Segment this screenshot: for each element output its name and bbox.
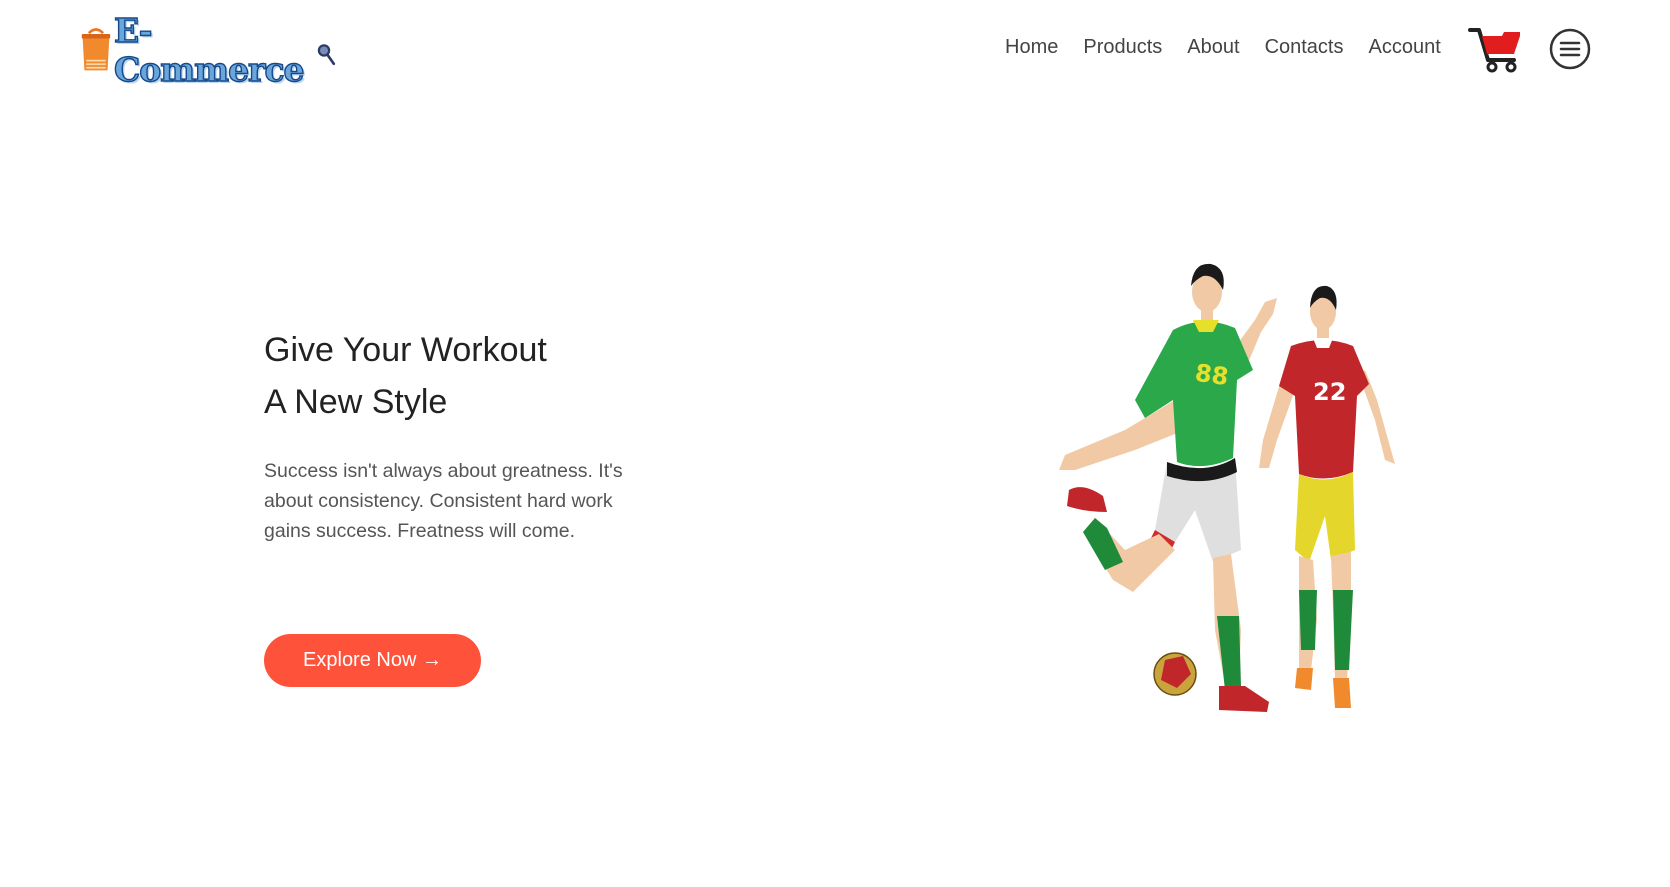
football-players-illustration: 88 22 <box>1059 263 1395 712</box>
magnifier-icon <box>318 44 336 66</box>
logo-text: E-Commerce <box>113 10 305 89</box>
hero-description: Success isn't always about greatness. It… <box>264 460 623 542</box>
nav-item-about[interactable]: About <box>1187 32 1239 62</box>
nav-item-account[interactable]: Account <box>1369 32 1441 62</box>
nav-item-contacts[interactable]: Contacts <box>1265 32 1344 62</box>
main-nav: Home Products About Contacts Account <box>1005 32 1466 62</box>
shopping-cart-icon[interactable] <box>1468 24 1524 74</box>
site-logo[interactable]: E-Commerce <box>80 10 336 90</box>
page: E-Commerce Home Products About Contacts … <box>0 0 1670 887</box>
hero-title-line1: Give Your Workout <box>264 331 547 369</box>
hero-title: Give Your Workout A New Style <box>264 324 547 428</box>
nav-item-products[interactable]: Products <box>1083 32 1162 62</box>
player-red: 22 <box>1259 285 1395 708</box>
shopping-bag-icon <box>81 28 111 71</box>
player2-number: 22 <box>1313 378 1346 406</box>
nav-item-home[interactable]: Home <box>1005 32 1058 62</box>
hamburger-menu-icon[interactable] <box>1548 27 1592 71</box>
player-green: 88 <box>1059 263 1277 712</box>
player1-number: 88 <box>1193 359 1230 391</box>
explore-now-button[interactable]: Explore Now → <box>264 634 481 687</box>
hero-title-line2: A New Style <box>264 383 448 421</box>
